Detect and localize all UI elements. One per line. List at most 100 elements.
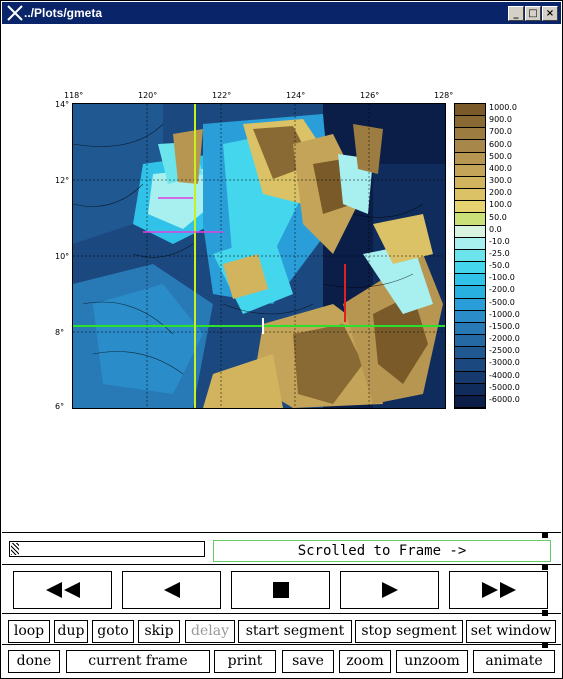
legend-label: 500.0 — [489, 151, 512, 161]
fast-backward-icon — [45, 582, 80, 598]
backward-icon — [163, 582, 180, 598]
legend-swatch — [455, 176, 485, 190]
legend-label: 400.0 — [489, 163, 512, 173]
legend-label: -4000.0 — [489, 370, 520, 380]
pane-sash[interactable] — [542, 564, 548, 570]
legend-swatch — [455, 347, 485, 360]
legend-swatch — [455, 310, 485, 323]
bathymetry-map — [72, 103, 446, 409]
divider — [2, 532, 561, 533]
minimize-button[interactable]: _ — [508, 6, 524, 21]
fast-forward-icon — [481, 582, 516, 598]
legend-swatch — [455, 128, 485, 141]
legend-swatch — [455, 249, 485, 263]
legend-swatch — [455, 104, 485, 117]
title-bar[interactable]: ../Plots/gmeta _ □ × — [2, 2, 561, 24]
dup-button[interactable]: dup — [54, 620, 88, 643]
legend-label: 300.0 — [489, 176, 512, 186]
legend-label: 50.0 — [489, 212, 507, 222]
legend-label: 100.0 — [489, 200, 512, 210]
animate-button[interactable]: animate — [473, 650, 555, 673]
pane-sash[interactable] — [542, 610, 548, 616]
start-segment-button[interactable]: start segment — [238, 620, 352, 643]
pane-sash[interactable] — [542, 642, 548, 648]
divider — [2, 564, 561, 565]
goto-button[interactable]: goto — [92, 620, 134, 643]
legend-label: -100.0 — [489, 273, 515, 283]
skip-button[interactable]: skip — [138, 620, 180, 643]
legend-swatch — [455, 225, 485, 238]
legend-swatch — [455, 140, 485, 153]
legend-label: -5000.0 — [489, 382, 520, 392]
y-tick-label: 6° — [55, 402, 65, 411]
x-tick-label: 124° — [286, 91, 306, 100]
divider — [2, 613, 561, 614]
legend-swatch — [455, 201, 485, 214]
legend-swatch — [455, 322, 485, 336]
legend-swatch — [455, 371, 485, 384]
close-button[interactable]: × — [542, 6, 558, 21]
set-window-button[interactable]: set window — [466, 620, 556, 643]
save-button[interactable]: save — [282, 650, 334, 673]
pane-sash[interactable] — [542, 532, 548, 538]
legend-swatch — [455, 359, 485, 372]
legend-swatch — [455, 335, 485, 348]
zoom-button[interactable]: zoom — [339, 650, 391, 673]
legend-label: -2500.0 — [489, 346, 520, 356]
legend-swatch — [455, 213, 485, 226]
step-backward-button[interactable] — [122, 571, 221, 609]
legend-swatch — [455, 383, 485, 396]
legend-swatch — [455, 395, 485, 408]
y-tick-label: 10° — [55, 252, 70, 261]
legend-label: -3000.0 — [489, 358, 520, 368]
legend-label: 700.0 — [489, 127, 512, 137]
legend-label: -10.0 — [489, 236, 510, 246]
stop-segment-button[interactable]: stop segment — [355, 620, 463, 643]
stop-button[interactable] — [231, 571, 330, 609]
delay-button[interactable]: delay — [185, 620, 235, 643]
legend-label: 0.0 — [489, 224, 502, 234]
maximize-button[interactable]: □ — [525, 6, 541, 21]
loop-button[interactable]: loop — [8, 620, 50, 643]
y-tick-label: 14° — [55, 100, 70, 109]
legend-label: 200.0 — [489, 188, 512, 198]
frame-scrollbar[interactable] — [9, 541, 205, 557]
legend-swatch — [455, 164, 485, 177]
print-button[interactable]: print — [214, 650, 276, 673]
window-title: ../Plots/gmeta — [24, 6, 103, 20]
app-window: ../Plots/gmeta _ □ × 118° 120° 122° 124°… — [0, 0, 563, 679]
x-tick-label: 126° — [360, 91, 380, 100]
forward-icon — [381, 582, 398, 598]
done-button[interactable]: done — [8, 650, 60, 673]
x-tick-label: 128° — [434, 91, 454, 100]
legend-swatch — [455, 262, 485, 275]
x-tick-label: 122° — [212, 91, 232, 100]
legend-swatch — [455, 286, 485, 299]
legend-swatch — [455, 298, 485, 311]
stop-icon — [272, 582, 289, 598]
legend-label: -6000.0 — [489, 394, 520, 404]
legend-label: -1000.0 — [489, 309, 520, 319]
unzoom-button[interactable]: unzoom — [396, 650, 468, 673]
legend-swatch — [455, 152, 485, 165]
plot-canvas[interactable]: 118° 120° 122° 124° 126° 128° 14° 12° 10… — [2, 25, 561, 532]
frame-status: Scrolled to Frame -> — [213, 540, 551, 562]
map-image — [73, 104, 445, 408]
legend-swatch — [455, 189, 485, 202]
legend-label: 900.0 — [489, 115, 512, 125]
legend-label: -200.0 — [489, 285, 515, 295]
legend-label: 1000.0 — [489, 103, 517, 113]
legend-label: -1500.0 — [489, 321, 520, 331]
legend-label: -500.0 — [489, 297, 515, 307]
legend-label: 600.0 — [489, 139, 512, 149]
current-frame-button[interactable]: current frame — [66, 650, 210, 673]
legend-label: -2000.0 — [489, 334, 520, 344]
color-legend — [454, 103, 486, 409]
divider — [2, 644, 561, 645]
scrollbar-thumb[interactable] — [11, 543, 19, 555]
step-forward-button[interactable] — [340, 571, 439, 609]
fast-forward-button[interactable] — [449, 571, 548, 609]
x-tick-label: 120° — [138, 91, 158, 100]
fast-backward-button[interactable] — [13, 571, 112, 609]
x-window-logo-icon — [7, 5, 23, 21]
